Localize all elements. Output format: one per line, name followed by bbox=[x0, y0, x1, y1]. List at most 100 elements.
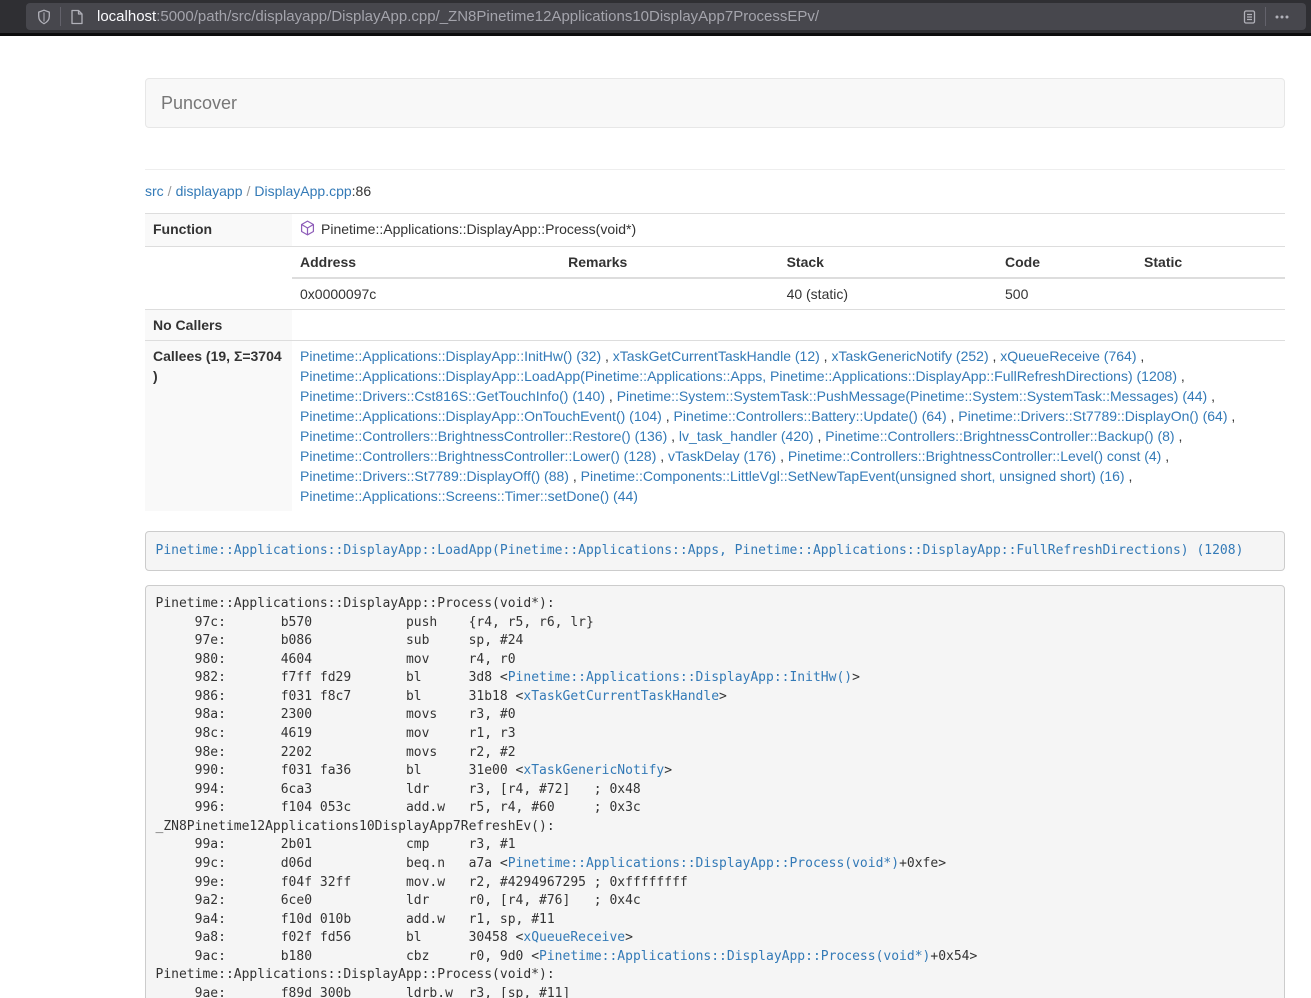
shield-icon[interactable] bbox=[32, 5, 56, 29]
callee-link[interactable]: Pinetime::System::SystemTask::PushMessag… bbox=[617, 388, 1208, 404]
breadcrumb-separator: / bbox=[243, 183, 255, 199]
code-text: _ZN8Pinetime12Applications10DisplayApp7R… bbox=[156, 819, 555, 834]
code-text: 9a4: f10d 010b add.w r1, sp, #11 bbox=[156, 912, 555, 927]
callee-link[interactable]: Pinetime::Drivers::Cst816S::GetTouchInfo… bbox=[300, 388, 605, 404]
code-symbol-link[interactable]: xQueueReceive bbox=[523, 930, 625, 945]
code-text: 98a: 2300 movs r3, #0 bbox=[156, 707, 516, 722]
callee-link[interactable]: Pinetime::Controllers::BrightnessControl… bbox=[825, 428, 1174, 444]
navbar: Puncover bbox=[145, 78, 1285, 128]
function-label: Function bbox=[145, 214, 292, 247]
callee-link[interactable]: xTaskGenericNotify (252) bbox=[831, 348, 988, 364]
callee-link[interactable]: xQueueReceive (764) bbox=[1000, 348, 1136, 364]
stats-value-code: 500 bbox=[997, 278, 1136, 309]
callee-link[interactable]: xTaskGetCurrentTaskHandle (12) bbox=[613, 348, 820, 364]
code-text: 97e: b086 sub sp, #24 bbox=[156, 633, 524, 648]
code-symbol-link[interactable]: Pinetime::Applications::DisplayApp::Proc… bbox=[508, 856, 899, 871]
callee-separator: , bbox=[656, 448, 668, 464]
breadcrumb-separator: / bbox=[164, 183, 176, 199]
callee-separator: , bbox=[1175, 428, 1183, 444]
toolbar-bottom-border bbox=[0, 33, 1311, 36]
breadcrumb-link[interactable]: src bbox=[145, 183, 164, 199]
callee-link[interactable]: Pinetime::Drivers::St7789::DisplayOff() … bbox=[300, 468, 569, 484]
app-brand[interactable]: Puncover bbox=[146, 78, 252, 128]
highlighted-symbol-box: Pinetime::Applications::DisplayApp::Load… bbox=[145, 531, 1285, 571]
callee-link[interactable]: Pinetime::Components::LittleVgl::SetNewT… bbox=[581, 468, 1125, 484]
code-symbol-link[interactable]: Pinetime::Applications::DisplayApp::Proc… bbox=[539, 949, 930, 964]
code-text: 982: f7ff fd29 bl 3d8 < bbox=[156, 670, 508, 685]
highlighted-symbol-link[interactable]: Pinetime::Applications::DisplayApp::Load… bbox=[156, 543, 1244, 558]
page-info-icon[interactable] bbox=[65, 5, 89, 29]
reader-mode-icon[interactable] bbox=[1237, 5, 1261, 29]
code-text: 9ae: f89d 300b ldrb.w r3, [sp, #11] bbox=[156, 986, 571, 998]
callee-separator: , bbox=[776, 448, 788, 464]
empty-cell bbox=[145, 247, 292, 310]
code-text: Pinetime::Applications::DisplayApp::Proc… bbox=[156, 967, 555, 982]
callee-separator: , bbox=[1177, 368, 1185, 384]
stats-row-outer: AddressRemarksStackCodeStatic 0x0000097c… bbox=[145, 247, 1285, 310]
code-symbol-link[interactable]: Pinetime::Applications::DisplayApp::Init… bbox=[508, 670, 852, 685]
more-options-icon[interactable] bbox=[1270, 5, 1294, 29]
stats-header-code: Code bbox=[997, 247, 1136, 278]
callee-link[interactable]: vTaskDelay (176) bbox=[668, 448, 776, 464]
callee-link[interactable]: Pinetime::Drivers::St7789::DisplayOn() (… bbox=[958, 408, 1227, 424]
url-bar[interactable]: localhost:5000/path/src/displayapp/Displ… bbox=[26, 3, 1306, 30]
callee-separator: , bbox=[605, 388, 617, 404]
code-text: Pinetime::Applications::DisplayApp::Proc… bbox=[156, 596, 555, 611]
callees-list: Pinetime::Applications::DisplayApp::Init… bbox=[292, 341, 1285, 512]
cube-icon bbox=[300, 220, 315, 241]
code-text: > bbox=[852, 670, 860, 685]
callee-separator: , bbox=[1125, 468, 1133, 484]
stats-value-address: 0x0000097c bbox=[292, 278, 560, 309]
code-text: 994: 6ca3 ldr r3, [r4, #72] ; 0x48 bbox=[156, 782, 641, 797]
callee-link[interactable]: Pinetime::Controllers::BrightnessControl… bbox=[300, 448, 656, 464]
code-text: +0x54> bbox=[930, 949, 977, 964]
code-text: 986: f031 f8c7 bl 31b18 < bbox=[156, 689, 524, 704]
code-symbol-link[interactable]: xTaskGetCurrentTaskHandle bbox=[523, 689, 719, 704]
code-text: > bbox=[664, 763, 672, 778]
stats-header-remarks: Remarks bbox=[560, 247, 778, 278]
code-text: 9a2: 6ce0 ldr r0, [r4, #76] ; 0x4c bbox=[156, 893, 641, 908]
code-text: 9ac: b180 cbz r0, 9d0 < bbox=[156, 949, 540, 964]
callee-link[interactable]: Pinetime::Applications::DisplayApp::Load… bbox=[300, 368, 1177, 384]
callee-separator: , bbox=[1136, 348, 1144, 364]
callee-link[interactable]: Pinetime::Controllers::BrightnessControl… bbox=[788, 448, 1161, 464]
code-text: 99a: 2b01 cmp r3, #1 bbox=[156, 837, 516, 852]
code-text: > bbox=[719, 689, 727, 704]
function-table: Function Pinetime::Applications::Display… bbox=[145, 213, 1285, 511]
code-text: 980: 4604 mov r4, r0 bbox=[156, 652, 516, 667]
disassembly-block: Pinetime::Applications::DisplayApp::Proc… bbox=[145, 585, 1285, 998]
callee-separator: , bbox=[667, 428, 679, 444]
toolbar-separator bbox=[60, 7, 61, 26]
callee-link[interactable]: lv_task_handler (420) bbox=[679, 428, 814, 444]
stats-header-static: Static bbox=[1136, 247, 1285, 278]
stats-header-row: AddressRemarksStackCodeStatic bbox=[292, 247, 1285, 278]
code-text: +0xfe> bbox=[899, 856, 946, 871]
stats-header-stack: Stack bbox=[779, 247, 997, 278]
callee-separator: , bbox=[820, 348, 832, 364]
stats-header-address: Address bbox=[292, 247, 560, 278]
callee-separator: , bbox=[814, 428, 826, 444]
callee-separator: , bbox=[1207, 388, 1215, 404]
callee-link[interactable]: Pinetime::Applications::DisplayApp::Init… bbox=[300, 348, 601, 364]
browser-toolbar: localhost:5000/path/src/displayapp/Displ… bbox=[0, 0, 1311, 33]
code-text: 990: f031 fa36 bl 31e00 < bbox=[156, 763, 524, 778]
code-text: 98c: 4619 mov r1, r3 bbox=[156, 726, 516, 741]
breadcrumb-line-number: :86 bbox=[352, 183, 371, 199]
page-content: Puncover src/displayapp/DisplayApp.cpp:8… bbox=[145, 78, 1285, 998]
code-text: 97c: b570 push {r4, r5, r6, lr} bbox=[156, 615, 594, 630]
breadcrumb: src/displayapp/DisplayApp.cpp:86 bbox=[145, 170, 1285, 213]
code-symbol-link[interactable]: xTaskGenericNotify bbox=[523, 763, 664, 778]
breadcrumb-link[interactable]: DisplayApp.cpp bbox=[254, 183, 351, 199]
code-text: 996: f104 053c add.w r5, r4, #60 ; 0x3c bbox=[156, 800, 641, 815]
callee-link[interactable]: Pinetime::Controllers::BrightnessControl… bbox=[300, 428, 667, 444]
callee-link[interactable]: Pinetime::Applications::DisplayApp::OnTo… bbox=[300, 408, 662, 424]
url-text[interactable]: localhost:5000/path/src/displayapp/Displ… bbox=[97, 8, 1237, 25]
breadcrumb-link[interactable]: displayapp bbox=[176, 183, 243, 199]
function-name: Pinetime::Applications::DisplayApp::Proc… bbox=[321, 221, 636, 237]
function-name-cell: Pinetime::Applications::DisplayApp::Proc… bbox=[292, 214, 1285, 247]
url-path: :5000/path/src/displayapp/DisplayApp.cpp… bbox=[156, 8, 819, 25]
callee-link[interactable]: Pinetime::Controllers::Battery::Update()… bbox=[674, 408, 947, 424]
stats-table: AddressRemarksStackCodeStatic 0x0000097c… bbox=[292, 247, 1285, 309]
callee-separator: , bbox=[662, 408, 674, 424]
callee-link[interactable]: Pinetime::Applications::Screens::Timer::… bbox=[300, 488, 638, 504]
